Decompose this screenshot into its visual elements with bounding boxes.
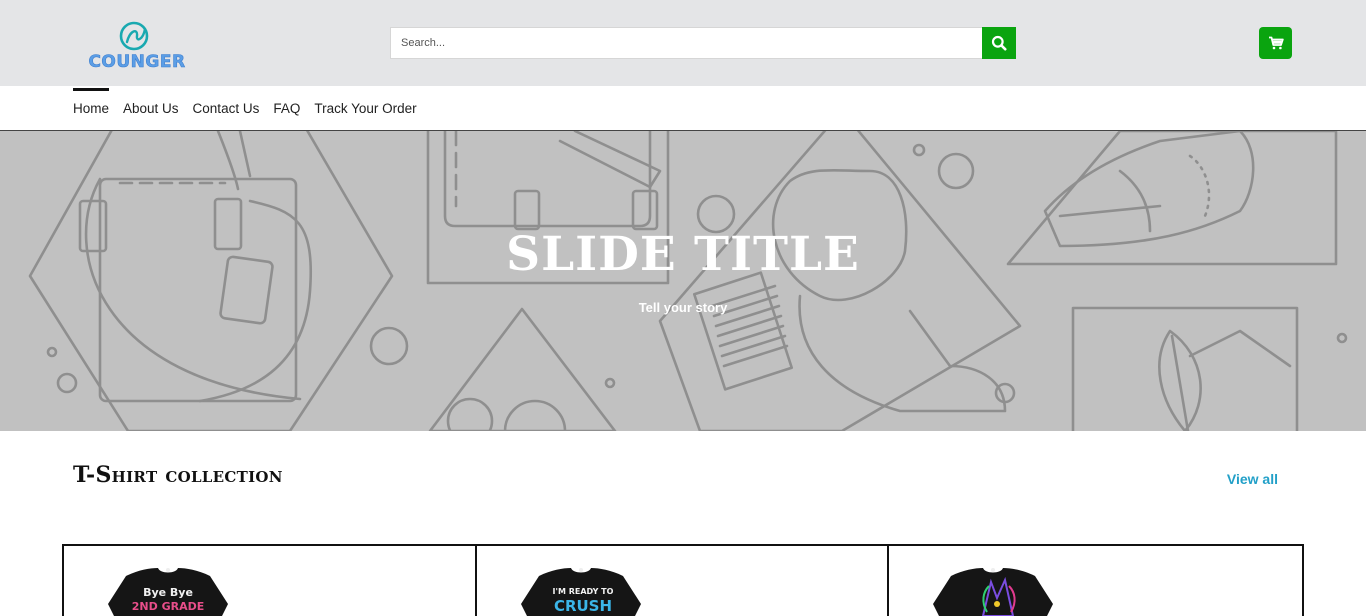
- logo[interactable]: COUNGER: [84, 20, 190, 76]
- product-grid: Bye Bye 2ND GRADE I'M READY TO CRUSH: [62, 544, 1304, 616]
- hero-title: SLIDE TITLE: [506, 227, 860, 282]
- view-all-link[interactable]: View all: [1227, 471, 1278, 487]
- main-nav: Home About Us Contact Us FAQ Track Your …: [0, 86, 1366, 131]
- cart-button[interactable]: [1259, 27, 1292, 59]
- product-image: I'M READY TO CRUSH: [520, 568, 641, 616]
- product-image: [933, 568, 1054, 616]
- product-card[interactable]: I'M READY TO CRUSH: [477, 546, 890, 616]
- search-button[interactable]: [982, 27, 1016, 59]
- logo-text: COUNGER: [88, 52, 186, 73]
- nav-item-contact-us[interactable]: Contact Us: [193, 86, 260, 130]
- nav-item-faq[interactable]: FAQ: [273, 86, 300, 130]
- shirt-print-text: Bye Bye: [143, 586, 193, 599]
- product-image: Bye Bye 2ND GRADE: [108, 568, 228, 616]
- nav-item-track-order[interactable]: Track Your Order: [314, 86, 416, 130]
- header-bar: COUNGER: [0, 0, 1366, 86]
- shirt-print-text: CRUSH: [554, 597, 612, 615]
- search-input[interactable]: [390, 27, 982, 59]
- product-card[interactable]: [889, 546, 1302, 616]
- logo-icon: [119, 21, 149, 51]
- product-card[interactable]: Bye Bye 2ND GRADE: [64, 546, 477, 616]
- shirt-print-text: 2ND GRADE: [132, 600, 204, 613]
- shirt-print-text: I'M READY TO: [552, 587, 613, 596]
- hero-subtitle: Tell your story: [638, 300, 728, 315]
- nav-item-about-us[interactable]: About Us: [123, 86, 179, 130]
- cart-icon: [1268, 36, 1284, 50]
- hero-slide: SLIDE TITLE Tell your story: [0, 131, 1366, 431]
- nav-item-home[interactable]: Home: [73, 86, 110, 130]
- search-bar: [390, 27, 1016, 59]
- collection-title: T-Shirt collection: [73, 462, 283, 488]
- search-icon: [991, 35, 1007, 51]
